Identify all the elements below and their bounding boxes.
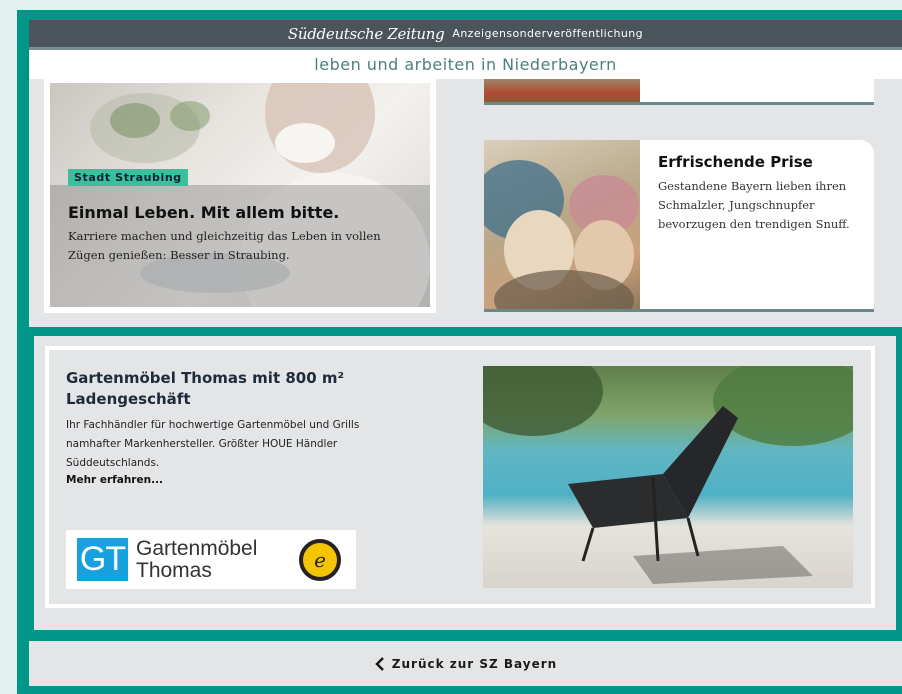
- sz-logo[interactable]: Süddeutsche Zeitung: [288, 25, 445, 43]
- ad-title[interactable]: Gartenmöbel Thomas mit 800 m² Ladengesch…: [66, 368, 386, 410]
- back-link[interactable]: Zurück zur SZ Bayern: [29, 641, 902, 686]
- gt-logo-name: Gartenmöbel Thomas: [136, 538, 257, 582]
- sz-header-subtitle: Anzeigensonderveröffentlichung: [452, 27, 644, 40]
- article-card-snuff[interactable]: Erfrischende Prise Gestandene Bayern lie…: [484, 140, 874, 312]
- article-card-partial[interactable]: [484, 79, 874, 105]
- article-teaser: Karriere machen und gleichzeitig das Leb…: [68, 229, 381, 262]
- ad-image-pool-chairs: [483, 366, 853, 588]
- article-image-field: [484, 79, 640, 102]
- advertisement-card[interactable]: Gartenmöbel Thomas mit 800 m² Ladengesch…: [45, 346, 875, 608]
- gt-logo-mark: GT: [77, 538, 128, 581]
- page-title[interactable]: leben und arbeiten in Niederbayern: [29, 50, 902, 79]
- trusted-shops-badge-icon[interactable]: e: [299, 539, 341, 581]
- article-teaser: Gestandene Bayern lieben ihren Schmalzle…: [658, 179, 850, 231]
- location-tag: Stadt Straubing: [68, 169, 188, 186]
- advertisement-section: Gartenmöbel Thomas mit 800 m² Ladengesch…: [34, 336, 896, 630]
- sz-header-bar: Süddeutsche Zeitung Anzeigensonderveröff…: [29, 20, 902, 47]
- logo-name-line: Thomas: [136, 559, 212, 582]
- back-link-label: Zurück zur SZ Bayern: [391, 656, 558, 671]
- read-more-link[interactable]: Mehr erfahren...: [66, 474, 163, 486]
- article-title[interactable]: Einmal Leben. Mit allem bitte.: [68, 203, 339, 222]
- logo-name-line: Gartenmöbel: [136, 537, 258, 560]
- article-title[interactable]: Erfrischende Prise: [658, 153, 813, 171]
- article-grid: Stadt Straubing Einmal Leben. Mit allem …: [29, 79, 902, 327]
- article-card-straubing[interactable]: Stadt Straubing Einmal Leben. Mit allem …: [44, 79, 436, 313]
- badge-letter: e: [314, 548, 326, 572]
- ad-description: Ihr Fachhändler für hochwertige Gartenmö…: [66, 419, 360, 469]
- lounge-chair-graphic: [568, 406, 813, 584]
- section-divider: [29, 327, 902, 336]
- chevron-left-icon: [375, 656, 384, 671]
- article-image-woman-coffee: Stadt Straubing Einmal Leben. Mit allem …: [50, 83, 430, 307]
- gartenmoebel-thomas-logo[interactable]: GT Gartenmöbel Thomas e: [66, 530, 356, 589]
- article-image-vintage-ladies: [484, 140, 640, 309]
